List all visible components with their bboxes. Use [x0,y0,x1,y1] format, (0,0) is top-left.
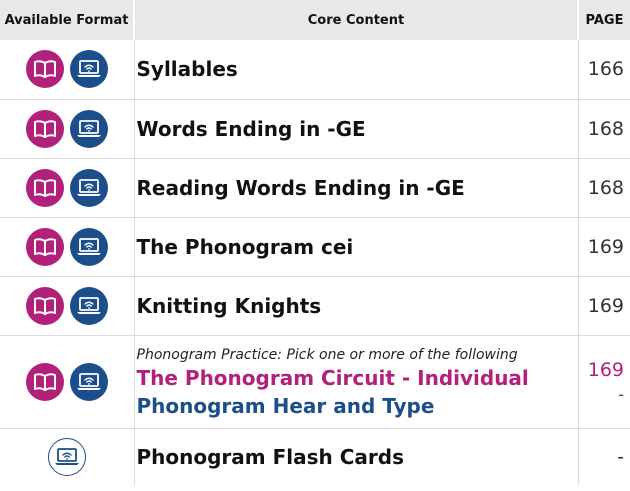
content-title: Reading Words Ending in -GE [134,158,579,218]
laptop-wifi-icon[interactable] [69,362,108,401]
open-book-icon[interactable] [25,362,64,401]
lesson-content-table: Available Format Core Content PAGE Sylla… [0,0,630,485]
page-number: 169 [578,217,630,277]
format-cell [0,276,135,336]
page-number: 168 [578,99,630,159]
page-number: 169 [587,359,624,381]
content-title: Words Ending in -GE [134,99,579,159]
table-row: Knitting Knights 169 [0,276,630,336]
format-cell [0,158,135,218]
format-cell [0,335,135,429]
page-number: 166 [578,40,630,100]
laptop-wifi-icon[interactable] [69,168,108,207]
format-cell [0,40,135,100]
practice-cell: Phonogram Practice: Pick one or more of … [134,335,579,429]
open-book-icon[interactable] [25,109,64,148]
content-title: The Phonogram cei [134,217,579,277]
open-book-icon[interactable] [25,168,64,207]
format-cell [0,428,135,485]
table-row: The Phonogram cei 169 [0,217,630,277]
table-row: Syllables 166 [0,40,630,100]
table-row-practice: Phonogram Practice: Pick one or more of … [0,335,630,429]
laptop-wifi-icon[interactable] [69,109,108,148]
practice-note: Phonogram Practice: Pick one or more of … [136,347,518,363]
content-title: Phonogram Flash Cards [134,428,579,485]
format-cell [0,99,135,159]
header-page: PAGE [578,0,630,40]
page-number: 168 [578,158,630,218]
laptop-wifi-icon[interactable] [69,286,108,325]
open-book-icon[interactable] [25,50,64,89]
page-number: - [618,385,624,404]
open-book-icon[interactable] [25,227,64,266]
table-row: Reading Words Ending in -GE 168 [0,158,630,218]
table-row: Words Ending in -GE 168 [0,99,630,159]
table-row: Phonogram Flash Cards - [0,428,630,485]
page-number: 169 [578,276,630,336]
format-cell [0,217,135,277]
laptop-wifi-icon[interactable] [69,50,108,89]
header-core-content: Core Content [134,0,579,40]
content-title: Syllables [134,40,579,100]
laptop-wifi-icon[interactable] [47,437,86,476]
laptop-wifi-icon[interactable] [69,227,108,266]
page-number: - [617,445,624,468]
practice-pages: 169 - [578,335,630,429]
practice-option-circuit[interactable]: The Phonogram Circuit - Individual [137,366,578,390]
header-available-format: Available Format [0,0,135,40]
content-title: Knitting Knights [134,276,579,336]
open-book-icon[interactable] [25,286,64,325]
practice-option-hear-type[interactable]: Phonogram Hear and Type [137,394,578,418]
